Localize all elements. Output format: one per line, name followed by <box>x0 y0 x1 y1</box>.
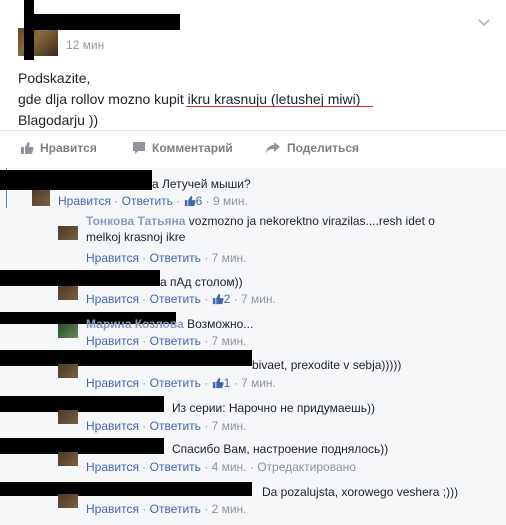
redaction <box>0 396 164 412</box>
comment-author[interactable]: Тонкова Татьяна <box>86 214 185 228</box>
like-count[interactable]: 1 <box>224 376 231 390</box>
post-line: Blagodarju )) <box>18 112 99 128</box>
redaction <box>0 438 164 454</box>
like-count[interactable]: 6 <box>196 194 203 208</box>
comment-time[interactable]: 9 мин. <box>213 194 248 208</box>
comment-time[interactable]: 7 мин. <box>212 251 247 265</box>
avatar[interactable] <box>58 452 78 466</box>
comment-meta: Нравится · Ответить · 6 · 9 мин. <box>58 193 248 211</box>
comment-label: Комментарий <box>152 141 233 155</box>
redaction <box>0 482 252 496</box>
comment-text: Спасибо Вам, настроение поднялось)) <box>172 442 389 456</box>
comment-text: Из серии: Нарочно не придумаешь)) <box>172 401 376 415</box>
post-header: 12 мин <box>0 0 506 60</box>
redaction <box>0 170 152 190</box>
comment-text-cont: melkoj krasnoj ikre <box>86 230 186 244</box>
comment-text: bivaet, prexodite v sebja))))) <box>252 358 402 372</box>
reply-link[interactable]: Ответить <box>150 460 201 474</box>
comment: Из серии: Нарочно не придумаешь)) <box>172 400 375 416</box>
reply-link[interactable]: Ответить <box>122 194 173 208</box>
comment-meta: Нравится · Ответить · 2 · 7 мин. <box>86 291 276 309</box>
comment-time[interactable]: 7 мин. <box>212 334 247 348</box>
comment-time[interactable]: 7 мин. <box>212 419 247 433</box>
comment-meta: Нравится · Ответить · 2 мин. <box>86 502 247 516</box>
like-label: Нравится <box>40 141 97 155</box>
comment-meta: Нравится · Ответить · 7 мин. <box>86 419 247 433</box>
redaction <box>24 14 180 30</box>
post-actions: Нравится Комментарий Поделиться <box>0 130 506 170</box>
like-link[interactable]: Нравится <box>86 502 139 516</box>
reply-link[interactable]: Ответить <box>150 251 201 265</box>
comment-icon <box>132 141 146 155</box>
like-link[interactable]: Нравится <box>58 194 111 208</box>
like-link[interactable]: Нравится <box>86 334 139 348</box>
like-link[interactable]: Нравится <box>86 251 139 265</box>
share-icon <box>265 141 281 155</box>
reply-link[interactable]: Ответить <box>150 292 201 306</box>
like-link[interactable]: Нравится <box>86 376 139 390</box>
comment: Da pozalujsta, xorowego veshera ;))) <box>262 484 458 500</box>
comment: а Летучей мыши? <box>152 176 251 192</box>
reply-link[interactable]: Ответить <box>150 376 201 390</box>
comment-meta: Нравится · Ответить · 7 мин. <box>86 251 247 265</box>
reply-link[interactable]: Ответить <box>150 502 201 516</box>
avatar[interactable] <box>58 494 78 508</box>
comment: Марина Козлова Возможно... <box>86 316 253 332</box>
redaction <box>0 270 160 286</box>
like-link[interactable]: Нравится <box>86 292 139 306</box>
comment: bivaet, prexodite v sebja))))) <box>252 357 401 373</box>
avatar[interactable] <box>58 410 78 424</box>
like-button[interactable]: Нравится <box>20 141 97 155</box>
post-line: Podskazite, <box>18 70 91 86</box>
comment-text: Da pozalujsta, xorowego veshera ;))) <box>262 485 459 499</box>
comment-author[interactable]: Марина Козлова <box>86 317 184 331</box>
comment: а пАд столом)) <box>160 274 243 290</box>
comment-time[interactable]: 2 мин. <box>212 502 247 516</box>
reply-link[interactable]: Ответить <box>150 334 201 348</box>
edited-label[interactable]: Отредактировано <box>257 460 356 474</box>
like-link[interactable]: Нравится <box>86 419 139 433</box>
like-count[interactable]: 2 <box>224 292 231 306</box>
like-count-icon <box>212 293 224 309</box>
comment-time[interactable]: 4 мин. <box>212 460 247 474</box>
like-count-icon <box>212 377 224 393</box>
comment: Тонкова Татьяна vozmozno ja nekorektno v… <box>86 213 486 245</box>
comment-text: а пАд столом)) <box>160 275 243 289</box>
avatar[interactable] <box>32 188 50 206</box>
comment-meta: Нравится · Ответить · 7 мин. <box>86 334 247 348</box>
comment-text: Возможно... <box>187 317 254 331</box>
thumbs-up-icon <box>20 141 34 155</box>
comment: Спасибо Вам, настроение поднялось)) <box>172 441 388 457</box>
post-time[interactable]: 12 мин <box>66 38 104 52</box>
redaction <box>0 350 252 366</box>
comment-meta: Нравится · Ответить · 4 мин. · Отредакти… <box>86 460 356 474</box>
avatar[interactable] <box>58 364 78 378</box>
post-body: Podskazite, gde dlja rollov mozno kupit … <box>18 68 360 131</box>
like-link[interactable]: Нравится <box>86 460 139 474</box>
comment-text: vozmozno ja nekorektno virazilas....resh… <box>188 214 435 228</box>
spellcheck-underline <box>186 106 373 107</box>
comment-text: а Летучей мыши? <box>152 177 251 191</box>
chevron-down-icon[interactable] <box>478 14 490 30</box>
reply-link[interactable]: Ответить <box>150 419 201 433</box>
redaction <box>24 0 34 60</box>
avatar[interactable] <box>58 226 78 240</box>
comment-button[interactable]: Комментарий <box>132 141 233 155</box>
comment-time[interactable]: 7 мин. <box>241 292 276 306</box>
share-label: Поделиться <box>287 141 360 155</box>
comment-time[interactable]: 7 мин. <box>241 376 276 390</box>
share-button[interactable]: Поделиться <box>265 141 359 155</box>
avatar[interactable] <box>58 286 78 300</box>
like-count-icon <box>184 195 196 211</box>
comment-meta: Нравится · Ответить · 1 · 7 мин. <box>86 375 276 393</box>
avatar[interactable] <box>58 324 78 338</box>
